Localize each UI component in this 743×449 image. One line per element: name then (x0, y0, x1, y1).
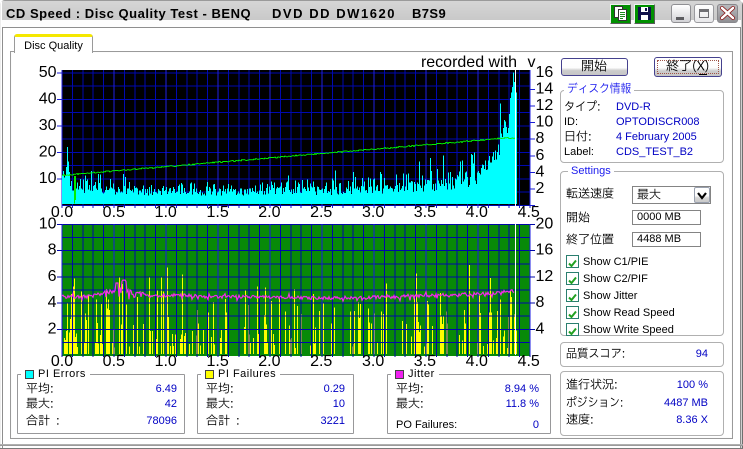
svg-text:6: 6 (48, 268, 57, 285)
svg-text:3.5: 3.5 (414, 204, 436, 221)
svg-text:4.0: 4.0 (466, 353, 488, 370)
svg-text:14: 14 (536, 80, 554, 97)
svg-text:16: 16 (536, 64, 554, 81)
svg-text:2.0: 2.0 (258, 204, 280, 221)
svg-text:8: 8 (536, 130, 545, 147)
svg-text:12: 12 (536, 97, 554, 114)
svg-text:8: 8 (48, 242, 57, 259)
svg-text:40: 40 (39, 90, 57, 107)
svg-text:0.5: 0.5 (103, 353, 125, 370)
svg-text:8: 8 (536, 294, 545, 311)
svg-text:1.0: 1.0 (155, 204, 177, 221)
svg-text:6: 6 (536, 147, 545, 164)
svg-text:3.0: 3.0 (362, 353, 384, 370)
svg-text:v: v (528, 54, 536, 71)
svg-text:4: 4 (48, 294, 57, 311)
svg-text:10: 10 (39, 170, 57, 187)
svg-text:3.0: 3.0 (362, 204, 384, 221)
svg-text:30: 30 (39, 117, 57, 134)
svg-text:2: 2 (48, 320, 57, 337)
svg-text:2.5: 2.5 (310, 204, 332, 221)
svg-text:2.5: 2.5 (310, 353, 332, 370)
svg-text:4.0: 4.0 (466, 204, 488, 221)
svg-text:0.5: 0.5 (103, 204, 125, 221)
svg-text:4.5: 4.5 (518, 353, 540, 370)
svg-text:20: 20 (39, 143, 57, 160)
svg-text:20: 20 (536, 216, 554, 233)
svg-text:2: 2 (536, 180, 545, 197)
svg-text:10: 10 (39, 216, 57, 233)
svg-text:4: 4 (536, 163, 545, 180)
svg-text:recorded with: recorded with (421, 54, 517, 71)
svg-text:50: 50 (39, 64, 57, 81)
svg-text:1.5: 1.5 (206, 204, 228, 221)
svg-text:10: 10 (536, 114, 554, 131)
svg-text:1.0: 1.0 (155, 353, 177, 370)
svg-text:12: 12 (536, 268, 554, 285)
svg-text:16: 16 (536, 242, 554, 259)
svg-text:4: 4 (536, 320, 545, 337)
